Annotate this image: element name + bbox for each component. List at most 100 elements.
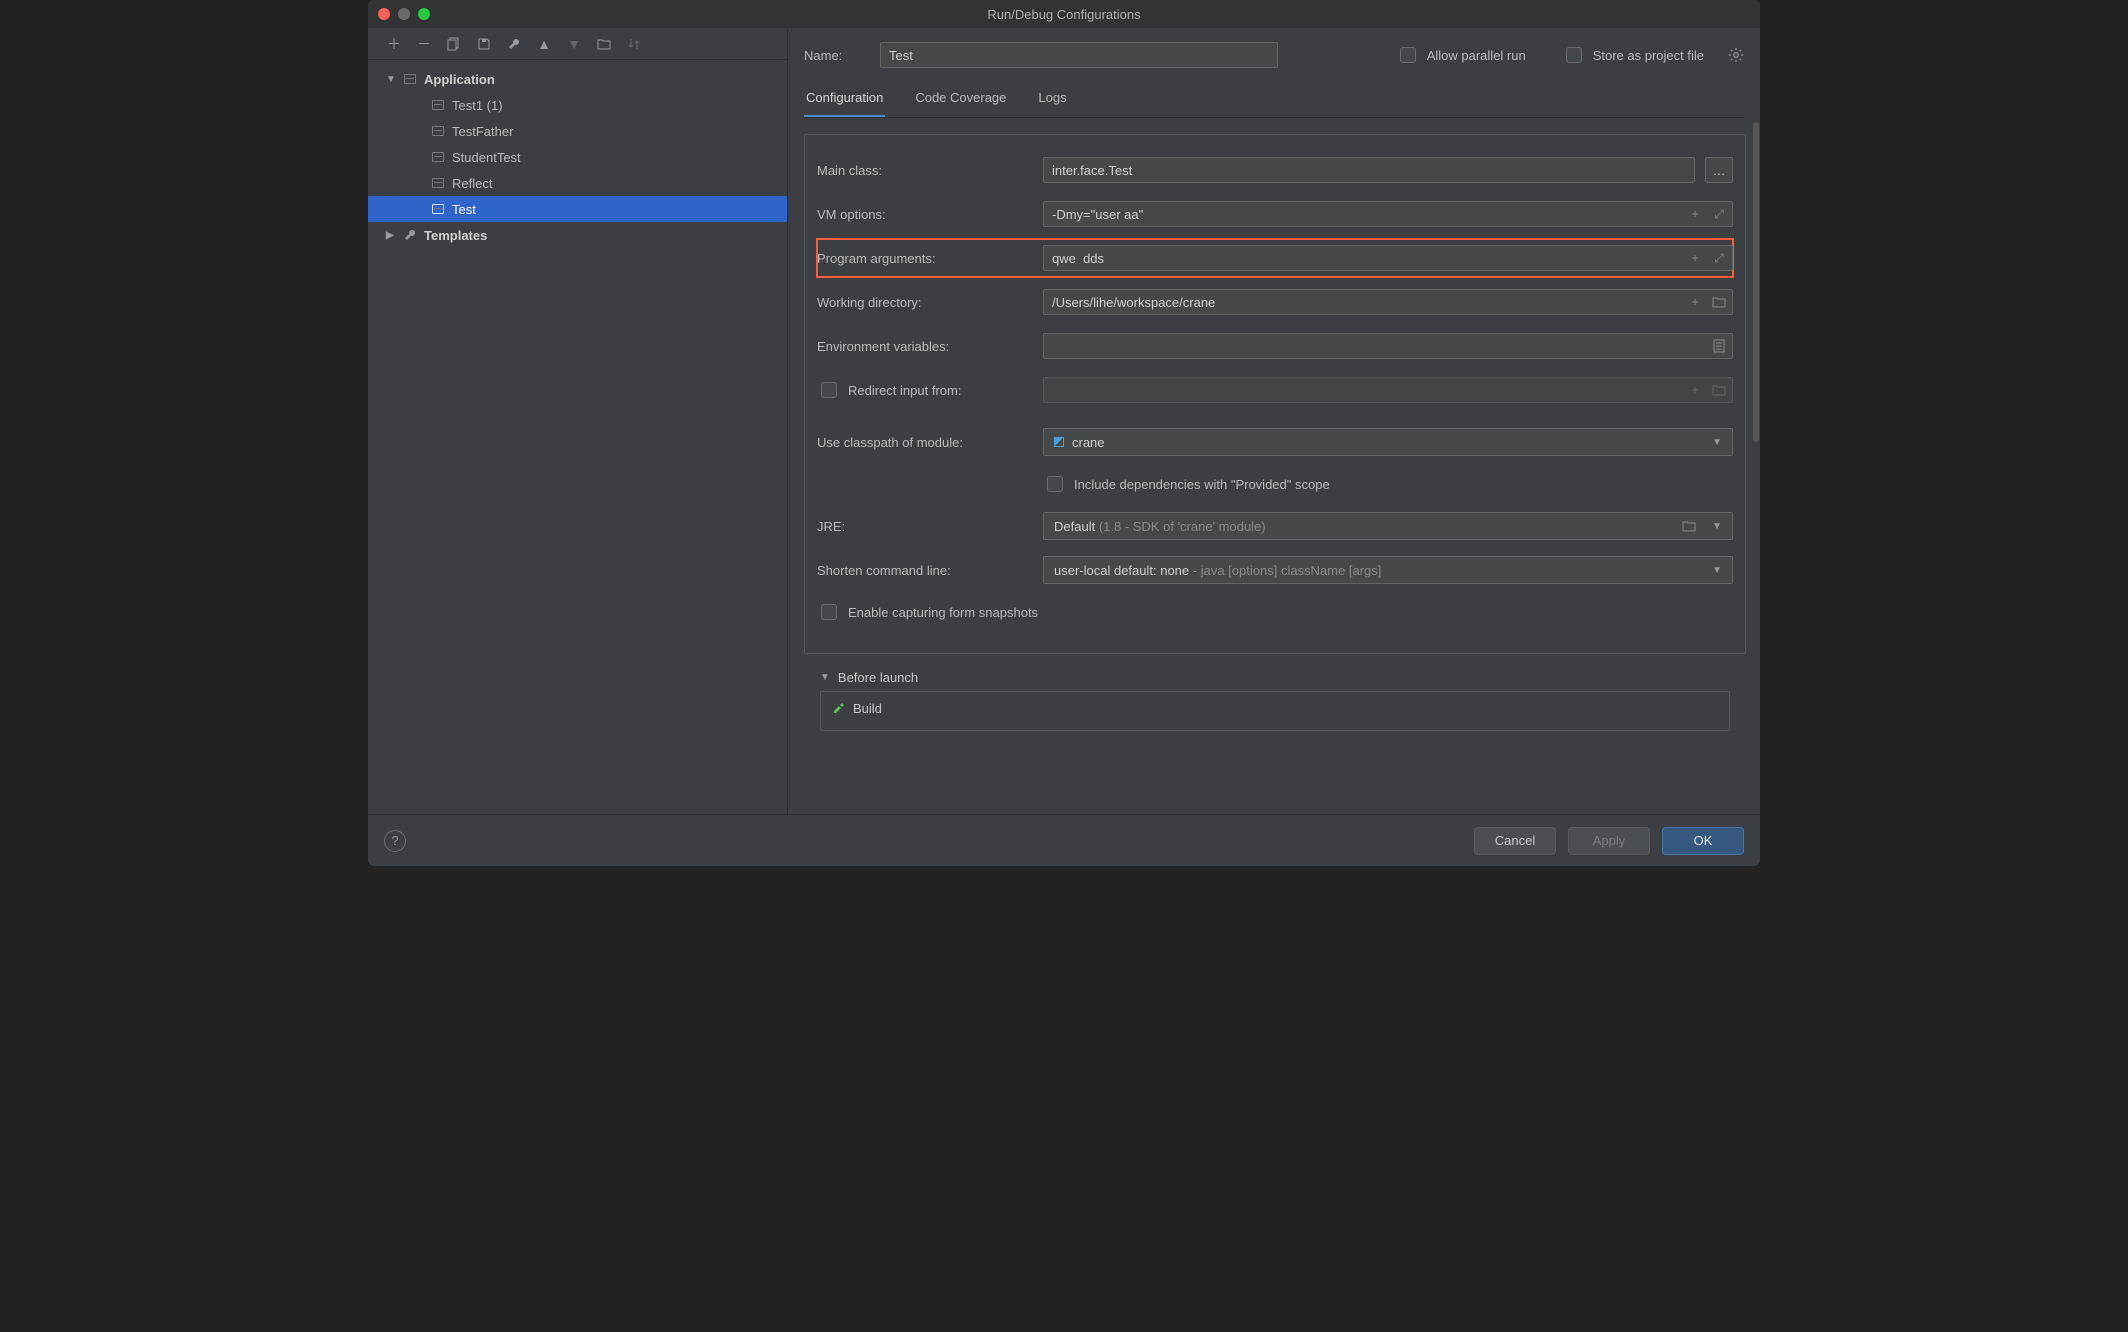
tree-item[interactable]: TestFather [368, 118, 787, 144]
tab-logs[interactable]: Logs [1036, 80, 1068, 118]
checkbox-label: Enable capturing form snapshots [848, 605, 1038, 620]
before-launch-item-label: Build [853, 701, 882, 716]
copy-icon[interactable] [446, 36, 462, 52]
store-project-checkbox[interactable]: Store as project file [1562, 44, 1704, 66]
expand-icon[interactable]: ⤢ [1711, 250, 1727, 266]
classpath-select[interactable]: crane ▼ [1043, 428, 1733, 456]
scrollbar[interactable] [1752, 118, 1760, 814]
capture-snapshots-checkbox[interactable]: Enable capturing form snapshots [817, 601, 1038, 623]
tab-code-coverage[interactable]: Code Coverage [913, 80, 1008, 118]
right-panel: Name: Allow parallel run Store as projec… [788, 28, 1760, 814]
tree-item-label: StudentTest [452, 150, 521, 165]
config-tree[interactable]: ▼ Application Test1 (1) TestFather Stude… [368, 60, 787, 814]
env-vars-label: Environment variables: [817, 339, 1033, 354]
apply-button[interactable]: Apply [1568, 827, 1650, 855]
program-arguments-input[interactable] [1043, 245, 1733, 271]
working-directory-input[interactable] [1043, 289, 1733, 315]
jre-select[interactable]: Default (1.8 - SDK of 'crane' module) ▼ [1043, 512, 1733, 540]
folder-browse-icon[interactable] [1711, 294, 1727, 310]
before-launch-item[interactable]: Build [821, 692, 1729, 724]
expand-icon[interactable]: ▶ [386, 230, 396, 241]
scrollbar-thumb[interactable] [1753, 122, 1759, 442]
insert-macro-icon[interactable]: + [1687, 250, 1703, 266]
name-label: Name: [804, 48, 862, 63]
shorten-label: Shorten command line: [817, 563, 1033, 578]
row-main-class: Main class: … [817, 151, 1733, 189]
row-working-directory: Working directory: + [817, 283, 1733, 321]
allow-parallel-checkbox[interactable]: Allow parallel run [1396, 44, 1526, 66]
jre-value: Default [1054, 519, 1095, 534]
redirect-input-checkbox[interactable]: Redirect input from: [817, 379, 1033, 401]
list-browse-icon[interactable] [1711, 338, 1727, 354]
row-shorten: Shorten command line: user-local default… [817, 551, 1733, 589]
program-arguments-label: Program arguments: [817, 251, 1033, 266]
move-up-icon[interactable]: ▲ [536, 36, 552, 52]
run-config-icon [430, 126, 446, 136]
checkbox-label: Store as project file [1593, 48, 1704, 63]
templates-icon [402, 228, 418, 242]
row-classpath: Use classpath of module: crane ▼ [817, 423, 1733, 461]
checkbox-input[interactable] [821, 604, 837, 620]
save-icon[interactable] [476, 36, 492, 52]
chevron-down-icon: ▼ [1712, 565, 1722, 576]
before-launch-header[interactable]: ▼ Before launch [820, 670, 1730, 685]
chevron-down-icon: ▼ [1712, 437, 1722, 448]
move-down-icon[interactable]: ▼ [566, 36, 582, 52]
wrench-icon[interactable] [506, 36, 522, 52]
config-toolbar: ＋ － ▲ ▼ [368, 28, 787, 60]
name-input[interactable] [880, 42, 1278, 68]
help-button[interactable]: ? [384, 830, 406, 852]
tab-configuration[interactable]: Configuration [804, 80, 885, 118]
insert-macro-icon[interactable]: + [1687, 294, 1703, 310]
insert-macro-icon: + [1687, 382, 1703, 398]
include-provided-checkbox[interactable]: Include dependencies with "Provided" sco… [1043, 473, 1330, 495]
titlebar: Run/Debug Configurations [368, 0, 1760, 28]
name-row: Name: Allow parallel run Store as projec… [788, 28, 1760, 80]
add-icon[interactable]: ＋ [386, 36, 402, 52]
checkbox-input[interactable] [1400, 47, 1416, 63]
window-title: Run/Debug Configurations [368, 7, 1760, 22]
checkbox-input[interactable] [1047, 476, 1063, 492]
checkbox-input[interactable] [1566, 47, 1582, 63]
main-class-input[interactable] [1043, 157, 1695, 183]
folder-icon[interactable] [596, 36, 612, 52]
env-vars-input[interactable] [1043, 333, 1733, 359]
tree-item-label: TestFather [452, 124, 513, 139]
insert-macro-icon[interactable]: + [1687, 206, 1703, 222]
main-class-label: Main class: [817, 163, 1033, 178]
tree-group-label: Templates [424, 228, 487, 243]
shorten-select[interactable]: user-local default: none - java [options… [1043, 556, 1733, 584]
browse-main-class-button[interactable]: … [1705, 157, 1733, 183]
expand-icon[interactable]: ▼ [386, 74, 396, 85]
checkbox-label: Allow parallel run [1427, 48, 1526, 63]
tree-item[interactable]: Test1 (1) [368, 92, 787, 118]
collapse-icon[interactable]: ▼ [820, 672, 830, 683]
tree-group-templates[interactable]: ▶ Templates [368, 222, 787, 248]
cancel-button[interactable]: Cancel [1474, 827, 1556, 855]
remove-icon[interactable]: － [416, 36, 432, 52]
before-launch-section: ▼ Before launch Build [820, 670, 1730, 731]
folder-browse-icon[interactable] [1682, 520, 1696, 532]
sort-icon[interactable] [626, 36, 642, 52]
tab-underline [804, 117, 1744, 118]
tree-group-application[interactable]: ▼ Application [368, 66, 787, 92]
ok-button[interactable]: OK [1662, 827, 1744, 855]
checkbox-input[interactable] [821, 382, 837, 398]
config-form: Main class: … VM options: + [804, 134, 1746, 654]
tab-bar: Configuration Code Coverage Logs [788, 80, 1760, 118]
run-config-icon [430, 152, 446, 162]
tree-item-label: Reflect [452, 176, 492, 191]
run-config-icon [430, 100, 446, 110]
chevron-down-icon: ▼ [1712, 521, 1722, 532]
before-launch-list[interactable]: Build [820, 691, 1730, 731]
dialog-window: Run/Debug Configurations ＋ － ▲ ▼ [368, 0, 1760, 866]
gear-icon[interactable] [1728, 47, 1744, 63]
tree-item-label: Test [452, 202, 476, 217]
tree-item-selected[interactable]: Test [368, 196, 787, 222]
tree-item[interactable]: StudentTest [368, 144, 787, 170]
row-jre: JRE: Default (1.8 - SDK of 'crane' modul… [817, 507, 1733, 545]
expand-icon[interactable]: ⤢ [1711, 206, 1727, 222]
vm-options-input[interactable] [1043, 201, 1733, 227]
tree-item[interactable]: Reflect [368, 170, 787, 196]
folder-browse-icon [1711, 382, 1727, 398]
